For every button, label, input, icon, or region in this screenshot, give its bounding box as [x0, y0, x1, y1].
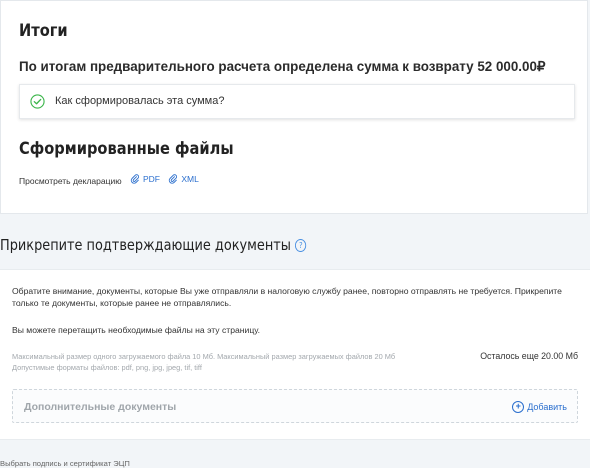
check-circle-icon [30, 94, 45, 109]
sum-explanation-accordion[interactable]: Как сформировалась эта сумма? [19, 84, 575, 119]
remaining-space: Осталось еще 20.00 Мб [480, 351, 578, 361]
plus-circle-icon: + [512, 401, 525, 413]
drag-hint: Вы можете перетащить необходимые файлы н… [12, 325, 261, 335]
size-limits-text: Максимальный размер одного загружаемого … [12, 352, 396, 361]
attach-documents-title: Прикрепите подтверждающие документы? [0, 236, 307, 254]
additional-documents-dropzone[interactable]: Дополнительные документы + Добавить [12, 389, 578, 423]
attach-title-text: Прикрепите подтверждающие документы [0, 236, 291, 254]
accordion-label: Как сформировалась эта сумма? [55, 95, 225, 107]
resend-notice: Обратите внимание, документы, которые Вы… [12, 286, 562, 308]
format-limits-text: Допустимые форматы файлов: pdf, png, jpg… [12, 363, 202, 372]
paperclip-icon [130, 174, 139, 184]
upload-limits: Максимальный размер одного загружаемого … [12, 351, 395, 373]
pdf-link[interactable]: PDF [130, 174, 160, 184]
pdf-link-label: PDF [142, 174, 160, 184]
dropzone-label: Дополнительные документы [24, 401, 177, 413]
documents-panel: Обратите внимание, документы, которые Вы… [0, 269, 590, 440]
view-declaration-row: Просмотреть декларацию PDF XML [19, 174, 199, 186]
signature-section-partial: Выбрать подпись и сертификат ЭЦП [0, 459, 130, 468]
results-title: Итоги [19, 21, 68, 41]
xml-link[interactable]: XML [168, 174, 199, 184]
view-declaration-label: Просмотреть декларацию [19, 176, 122, 186]
refund-summary: По итогам предварительного расчета опред… [19, 59, 546, 74]
add-document-button[interactable]: + Добавить [512, 401, 567, 413]
add-button-label: Добавить [527, 402, 567, 412]
xml-link-label: XML [181, 174, 199, 184]
help-icon[interactable]: ? [295, 239, 307, 252]
results-card: Итоги По итогам предварительного расчета… [0, 0, 588, 214]
generated-files-title: Сформированные файлы [19, 139, 234, 159]
paperclip-icon [169, 174, 178, 184]
